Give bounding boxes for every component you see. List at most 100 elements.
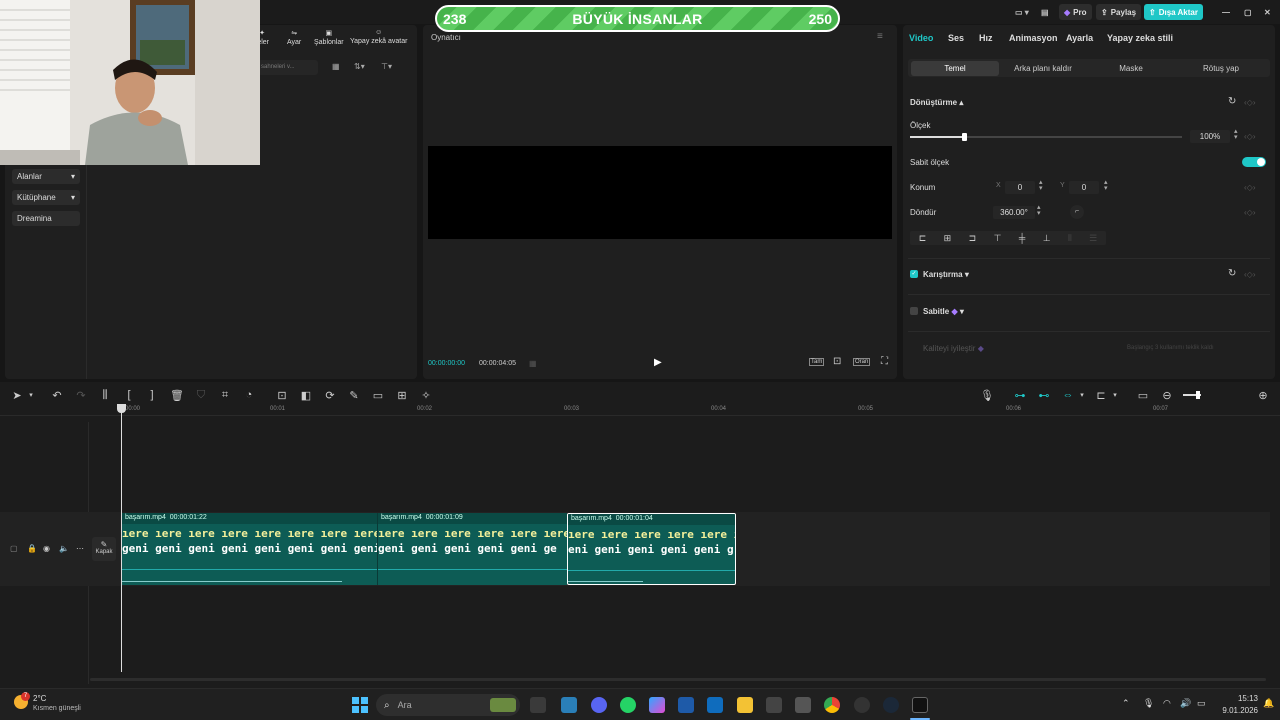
sidebar-item-dreamina[interactable]: Dreamina — [12, 211, 80, 226]
snap-icon[interactable]: ⇔ — [1061, 388, 1075, 402]
timeline-scrollbar[interactable] — [90, 678, 1266, 681]
sidebar-item-spaces[interactable]: Alanlar ▾ — [12, 169, 80, 184]
trim-left-icon[interactable]: [ — [122, 388, 136, 402]
tab-video[interactable]: Video — [909, 33, 933, 43]
replace-icon[interactable]: ⊡ — [275, 388, 289, 402]
position-y-input[interactable]: 0 — [1069, 181, 1099, 194]
sort-icon[interactable]: ⇅▾ — [354, 62, 365, 71]
keyframe-icon[interactable]: ‹◇› — [1244, 208, 1255, 217]
volume-icon[interactable]: 🔊 — [1180, 698, 1191, 709]
distribute-v-icon[interactable]: ☰ — [1089, 233, 1097, 244]
keyframe-icon[interactable]: ‹◇› — [1244, 132, 1255, 141]
menu-icon[interactable]: ≡ — [877, 31, 883, 42]
blend-checkbox[interactable]: ✓ — [910, 270, 918, 278]
align-right-icon[interactable]: ⊐ — [969, 233, 977, 244]
github-icon[interactable] — [854, 697, 870, 713]
distribute-h-icon[interactable]: ⫴ — [1068, 233, 1072, 244]
stepper-icon[interactable]: ▴ ▾ — [1234, 128, 1238, 141]
keyframe-icon[interactable]: ‹◇› — [1244, 98, 1255, 107]
subtab-basic[interactable]: Temel — [911, 61, 999, 76]
grid-view-icon[interactable]: ▦ — [332, 62, 340, 71]
align-left-icon[interactable]: ⊏ — [919, 233, 927, 244]
clock-date[interactable]: 9.01.2026 — [1212, 706, 1258, 715]
zoom-in-icon[interactable]: ⊕ — [1256, 388, 1270, 402]
pro-button[interactable]: ◆ Pro — [1059, 4, 1092, 20]
calculator-icon[interactable] — [766, 697, 782, 713]
chevron-down-icon[interactable]: ▾ — [1108, 388, 1122, 402]
discord-icon[interactable] — [591, 697, 607, 713]
zoom-slider[interactable] — [1183, 391, 1201, 399]
stabilize-checkbox[interactable] — [910, 307, 918, 315]
wifi-icon[interactable]: ◠ — [1163, 698, 1171, 709]
task-view-icon[interactable] — [530, 697, 546, 713]
subtab-mask[interactable]: Maske — [1087, 61, 1175, 76]
position-x-input[interactable]: 0 — [1005, 181, 1035, 194]
timeline-ruler[interactable] — [0, 404, 1280, 416]
blend-header[interactable]: Karıştırma ▾ — [923, 270, 969, 279]
layout-icon[interactable]: ▭ ▾ — [1010, 4, 1034, 20]
tab-adjust[interactable]: ⇋ Ayar — [287, 29, 301, 46]
link-icon[interactable]: ⊷ — [1037, 388, 1051, 402]
battery-icon[interactable]: ▭ — [1197, 698, 1206, 709]
sidebar-item-library[interactable]: Kütüphane ▾ — [12, 190, 80, 205]
delete-icon[interactable]: 🗑 — [170, 388, 184, 402]
tab-templates[interactable]: ▣ Şablonlar — [314, 29, 344, 46]
transform-header[interactable]: Dönüştürme ▴ — [910, 98, 963, 107]
chevron-up-icon[interactable]: ⌃ — [1122, 698, 1130, 709]
close-button[interactable]: ✕ — [1259, 4, 1276, 20]
align-center-h-icon[interactable]: ⊞ — [944, 233, 952, 244]
scale-slider-knob[interactable] — [962, 133, 968, 141]
subtab-remove-bg[interactable]: Arka planı kaldır — [999, 61, 1087, 76]
video-canvas[interactable] — [428, 146, 892, 239]
microphone-icon[interactable]: 🎙 — [980, 388, 994, 402]
taskbar-search[interactable]: ⌕ Ara — [376, 694, 520, 716]
keyframe-icon[interactable]: ‹◇› — [1244, 270, 1255, 279]
ai-icon[interactable]: ✧ — [419, 388, 433, 402]
cover-button[interactable]: ✎ Kapak — [92, 537, 116, 561]
lock-icon[interactable]: 🔒 — [27, 544, 37, 553]
notification-icon[interactable]: 🔔 — [1263, 698, 1274, 709]
chrome-icon[interactable] — [824, 697, 840, 713]
scale-value[interactable]: 100% — [1190, 130, 1230, 143]
app-icon[interactable] — [795, 697, 811, 713]
tab-adjust[interactable]: Ayarla — [1066, 33, 1093, 43]
minimize-button[interactable]: — — [1217, 4, 1235, 20]
file-explorer-icon[interactable] — [737, 697, 753, 713]
stabilize-header[interactable]: Sabitle ◆ ▾ — [923, 307, 964, 316]
stepper-icon[interactable]: ▴ ▾ — [1104, 179, 1108, 192]
playhead[interactable] — [121, 404, 122, 672]
shortcut-icon[interactable]: ▤ — [1036, 4, 1054, 20]
chevron-down-icon[interactable]: ▾ — [24, 388, 38, 402]
app-icon[interactable] — [561, 697, 577, 713]
align-bottom-icon[interactable]: ⊥ — [1043, 233, 1051, 244]
crop-icon[interactable]: ⌗ — [218, 388, 232, 402]
shield-icon[interactable]: ⛉ — [194, 388, 208, 402]
select-tool-icon[interactable]: ➤ — [10, 388, 24, 402]
scale-slider[interactable] — [910, 133, 1182, 141]
tab-audio[interactable]: Ses — [948, 33, 964, 43]
timeline-clip-selected[interactable]: başarım.mp4 00:00:01:04 ıere ıere ıere ı… — [567, 513, 736, 585]
tab-ai-avatar[interactable]: ☺ Yapay zekâ avatar — [350, 29, 407, 45]
audio-icon[interactable]: 🔈 — [59, 544, 69, 553]
export-frame-icon[interactable]: ⊞ — [395, 388, 409, 402]
steam-icon[interactable] — [883, 697, 899, 713]
auto-icon[interactable]: ⟳ — [323, 388, 337, 402]
trim-right-icon[interactable]: ] — [145, 388, 159, 402]
capture-icon[interactable]: ⊡ — [833, 356, 841, 367]
timecode-icon[interactable]: ▦ — [529, 359, 537, 368]
caption-icon[interactable]: ▭ — [371, 388, 385, 402]
reset-icon[interactable]: ↻ — [1228, 96, 1236, 107]
maximize-button[interactable]: ▢ — [1239, 4, 1257, 20]
timeline-clip[interactable]: başarım.mp4 00:00:01:22 ıere ıere ıere ı… — [122, 513, 377, 585]
magnet-icon[interactable]: ⊶ — [1013, 388, 1027, 402]
caption-track-icon[interactable]: ▭ — [1136, 388, 1150, 402]
tab-speed[interactable]: Hız — [979, 33, 993, 43]
split-icon[interactable]: ⫼ — [98, 388, 112, 402]
full-quality-button[interactable]: Tam — [809, 358, 825, 366]
magic-icon[interactable]: ✎ — [347, 388, 361, 402]
undo-icon[interactable]: ↶ — [50, 388, 64, 402]
fullscreen-icon[interactable]: ⛶ — [881, 356, 888, 367]
rotate-input[interactable]: 360.00° — [993, 206, 1035, 219]
microphone-icon[interactable]: 🎙 — [1143, 698, 1154, 709]
subtab-retouch[interactable]: Rötuş yap — [1175, 61, 1267, 76]
